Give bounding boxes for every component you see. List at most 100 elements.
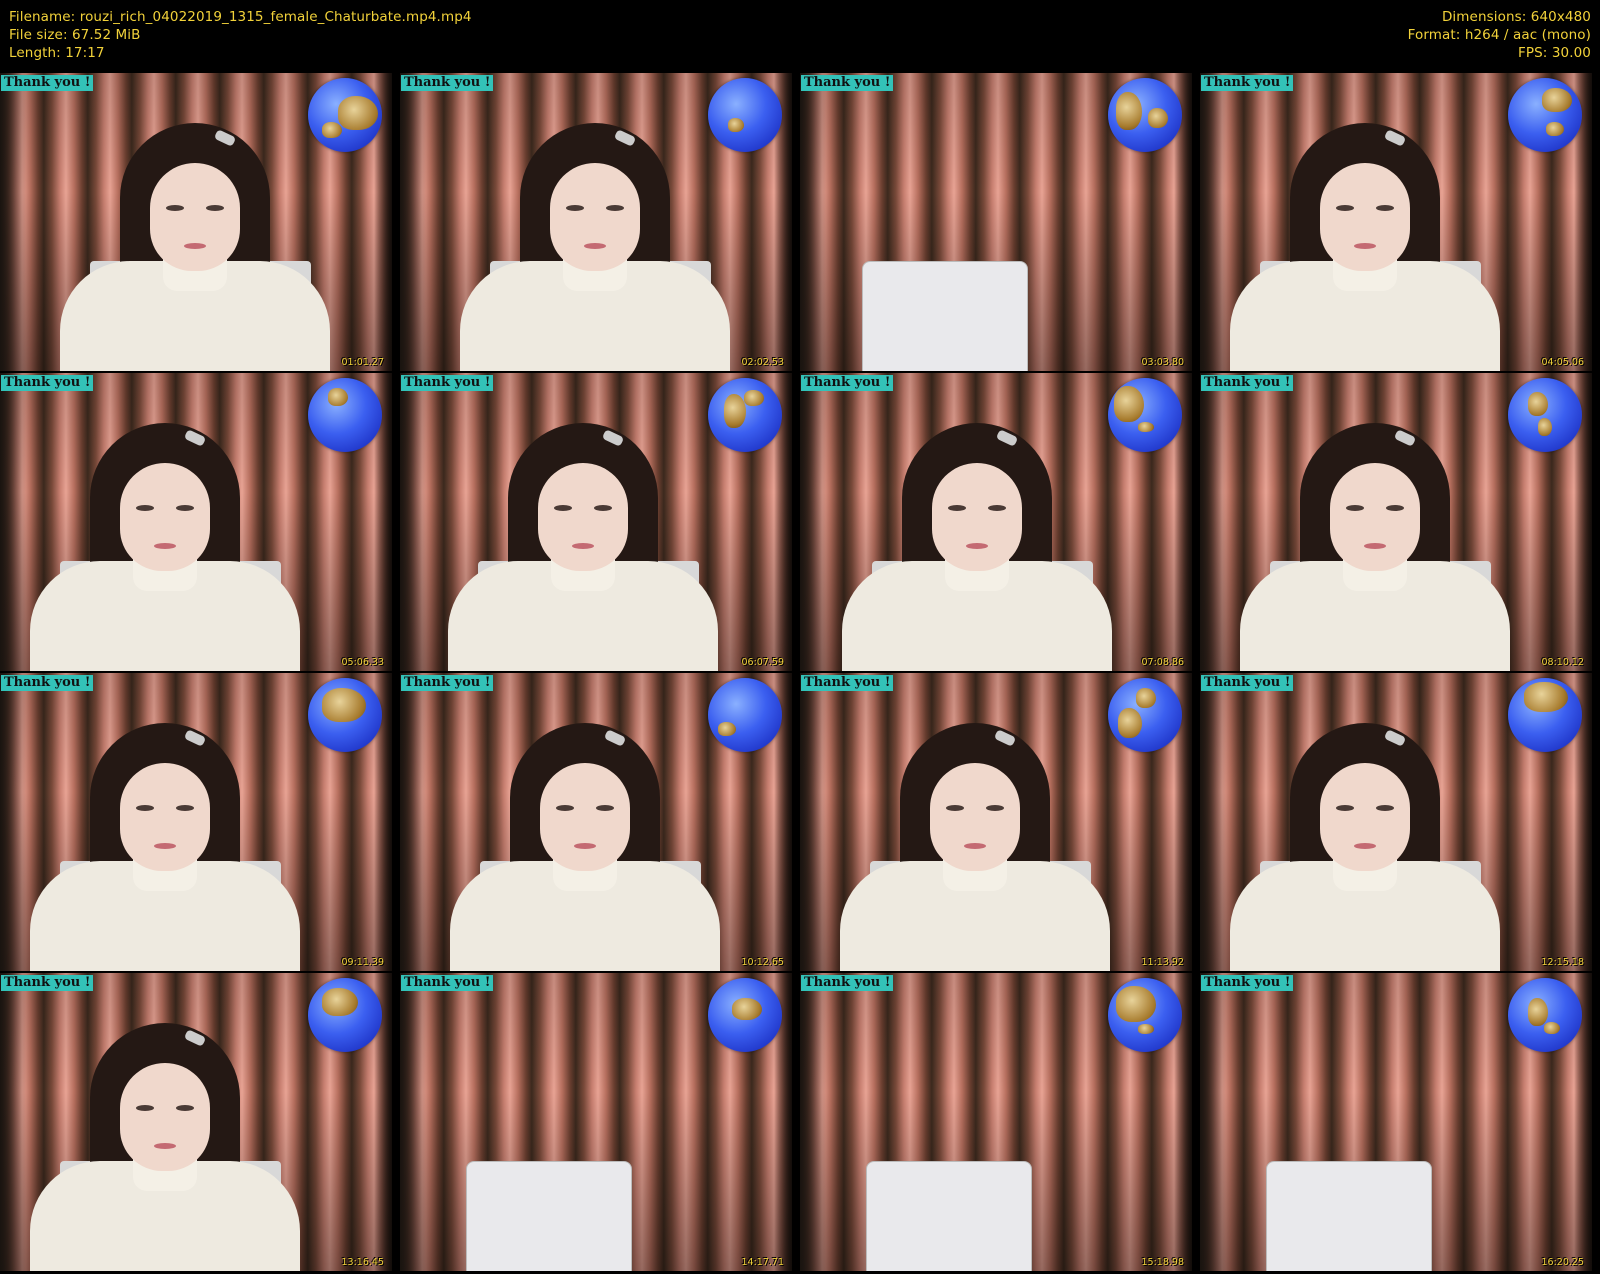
- timestamp-label: 14:17.71: [741, 1257, 785, 1268]
- laptop-lid: [1266, 1161, 1432, 1271]
- left-eye: [566, 205, 584, 211]
- globe-icon: [308, 978, 382, 1052]
- thumbnail-grid: Thank you ! 01:01.27 Thank you ! 02:02.53 Th…: [0, 73, 1600, 1274]
- face: [1320, 763, 1410, 871]
- thank-you-badge: Thank you !: [801, 675, 894, 691]
- face: [150, 163, 240, 271]
- globe-landmass: [1116, 92, 1142, 130]
- globe-landmass: [328, 388, 348, 406]
- timestamp-label: 05:06.33: [341, 657, 385, 668]
- timestamp-label: 11:13.92: [1141, 957, 1185, 968]
- thank-you-badge: Thank you !: [801, 75, 894, 91]
- right-eye: [1386, 505, 1404, 511]
- globe-landmass: [1116, 986, 1156, 1022]
- video-thumbnail: Thank you ! 04:05.06: [1200, 73, 1592, 371]
- face: [120, 1063, 210, 1171]
- globe-landmass: [732, 998, 762, 1020]
- mouth: [1354, 843, 1376, 849]
- mouth: [584, 243, 606, 249]
- timestamp-label: 12:15.18: [1541, 957, 1585, 968]
- globe-landmass: [718, 722, 736, 736]
- laptop-lid: [862, 261, 1028, 371]
- globe-landmass: [744, 390, 764, 406]
- timestamp-label: 09:11.39: [341, 957, 385, 968]
- video-thumbnail: Thank you ! 12:15.18: [1200, 673, 1592, 971]
- face: [1330, 463, 1420, 571]
- mouth: [1364, 543, 1386, 549]
- video-thumbnail: Thank you ! 08:10.12: [1200, 373, 1592, 671]
- mouth: [154, 843, 176, 849]
- globe-landmass: [322, 988, 358, 1016]
- right-eye: [1376, 205, 1394, 211]
- mouth: [1354, 243, 1376, 249]
- video-thumbnail: Thank you ! 09:11.39: [0, 673, 392, 971]
- globe-icon: [1108, 378, 1182, 452]
- thank-you-badge: Thank you !: [1201, 675, 1294, 691]
- thank-you-badge: Thank you !: [1, 975, 94, 991]
- video-thumbnail: Thank you ! 10:12.65: [400, 673, 792, 971]
- thank-you-badge: Thank you !: [401, 975, 494, 991]
- left-eye: [1336, 805, 1354, 811]
- right-eye: [594, 505, 612, 511]
- thank-you-badge: Thank you !: [1201, 375, 1294, 391]
- left-eye: [136, 1105, 154, 1111]
- video-thumbnail: Thank you ! 06:07.59: [400, 373, 792, 671]
- timestamp-label: 08:10.12: [1541, 657, 1585, 668]
- file-info: Filename: rouzi_rich_04022019_1315_femal…: [9, 8, 472, 62]
- globe-landmass: [1118, 708, 1142, 738]
- video-thumbnail: Thank you ! 14:17.71: [400, 973, 792, 1271]
- globe-icon: [1108, 78, 1182, 152]
- globe-landmass: [338, 96, 378, 130]
- globe-landmass: [1528, 392, 1548, 416]
- left-eye: [946, 805, 964, 811]
- left-eye: [556, 805, 574, 811]
- right-eye: [606, 205, 624, 211]
- timestamp-label: 04:05.06: [1541, 357, 1585, 368]
- mouth: [154, 1143, 176, 1149]
- face: [932, 463, 1022, 571]
- stream-info: Dimensions: 640x480 Format: h264 / aac (…: [1408, 8, 1591, 62]
- timestamp-label: 06:07.59: [741, 657, 785, 668]
- face: [120, 463, 210, 571]
- globe-icon: [1108, 678, 1182, 752]
- left-eye: [136, 805, 154, 811]
- laptop-lid: [466, 1161, 632, 1271]
- timestamp-label: 07:08.86: [1141, 657, 1185, 668]
- filename-label: Filename: rouzi_rich_04022019_1315_femal…: [9, 9, 472, 25]
- left-eye: [166, 205, 184, 211]
- mouth: [572, 543, 594, 549]
- mouth: [184, 243, 206, 249]
- thank-you-badge: Thank you !: [1, 675, 94, 691]
- globe-landmass: [728, 118, 744, 132]
- left-eye: [1346, 505, 1364, 511]
- globe-icon: [708, 378, 782, 452]
- globe-icon: [708, 678, 782, 752]
- face: [120, 763, 210, 871]
- video-thumbnail: Thank you ! 03:03.80: [800, 73, 1192, 371]
- right-eye: [176, 1105, 194, 1111]
- mouth: [966, 543, 988, 549]
- globe-landmass: [1136, 688, 1156, 708]
- right-eye: [206, 205, 224, 211]
- left-eye: [554, 505, 572, 511]
- video-thumbnail: Thank you ! 16:20.25: [1200, 973, 1592, 1271]
- mouth: [154, 543, 176, 549]
- timestamp-label: 01:01.27: [341, 357, 385, 368]
- right-eye: [1376, 805, 1394, 811]
- globe-landmass: [724, 394, 746, 428]
- face: [550, 163, 640, 271]
- globe-icon: [1508, 78, 1582, 152]
- globe-landmass: [1524, 682, 1568, 712]
- globe-landmass: [1546, 122, 1564, 136]
- right-eye: [596, 805, 614, 811]
- face: [930, 763, 1020, 871]
- globe-landmass: [1544, 1022, 1560, 1034]
- globe-landmass: [322, 122, 342, 138]
- globe-landmass: [1528, 998, 1548, 1026]
- video-thumbnail: Thank you ! 01:01.27: [0, 73, 392, 371]
- timestamp-label: 03:03.80: [1141, 357, 1185, 368]
- mouth: [964, 843, 986, 849]
- globe-landmass: [1542, 88, 1572, 112]
- globe-icon: [1508, 378, 1582, 452]
- globe-landmass: [1138, 422, 1154, 432]
